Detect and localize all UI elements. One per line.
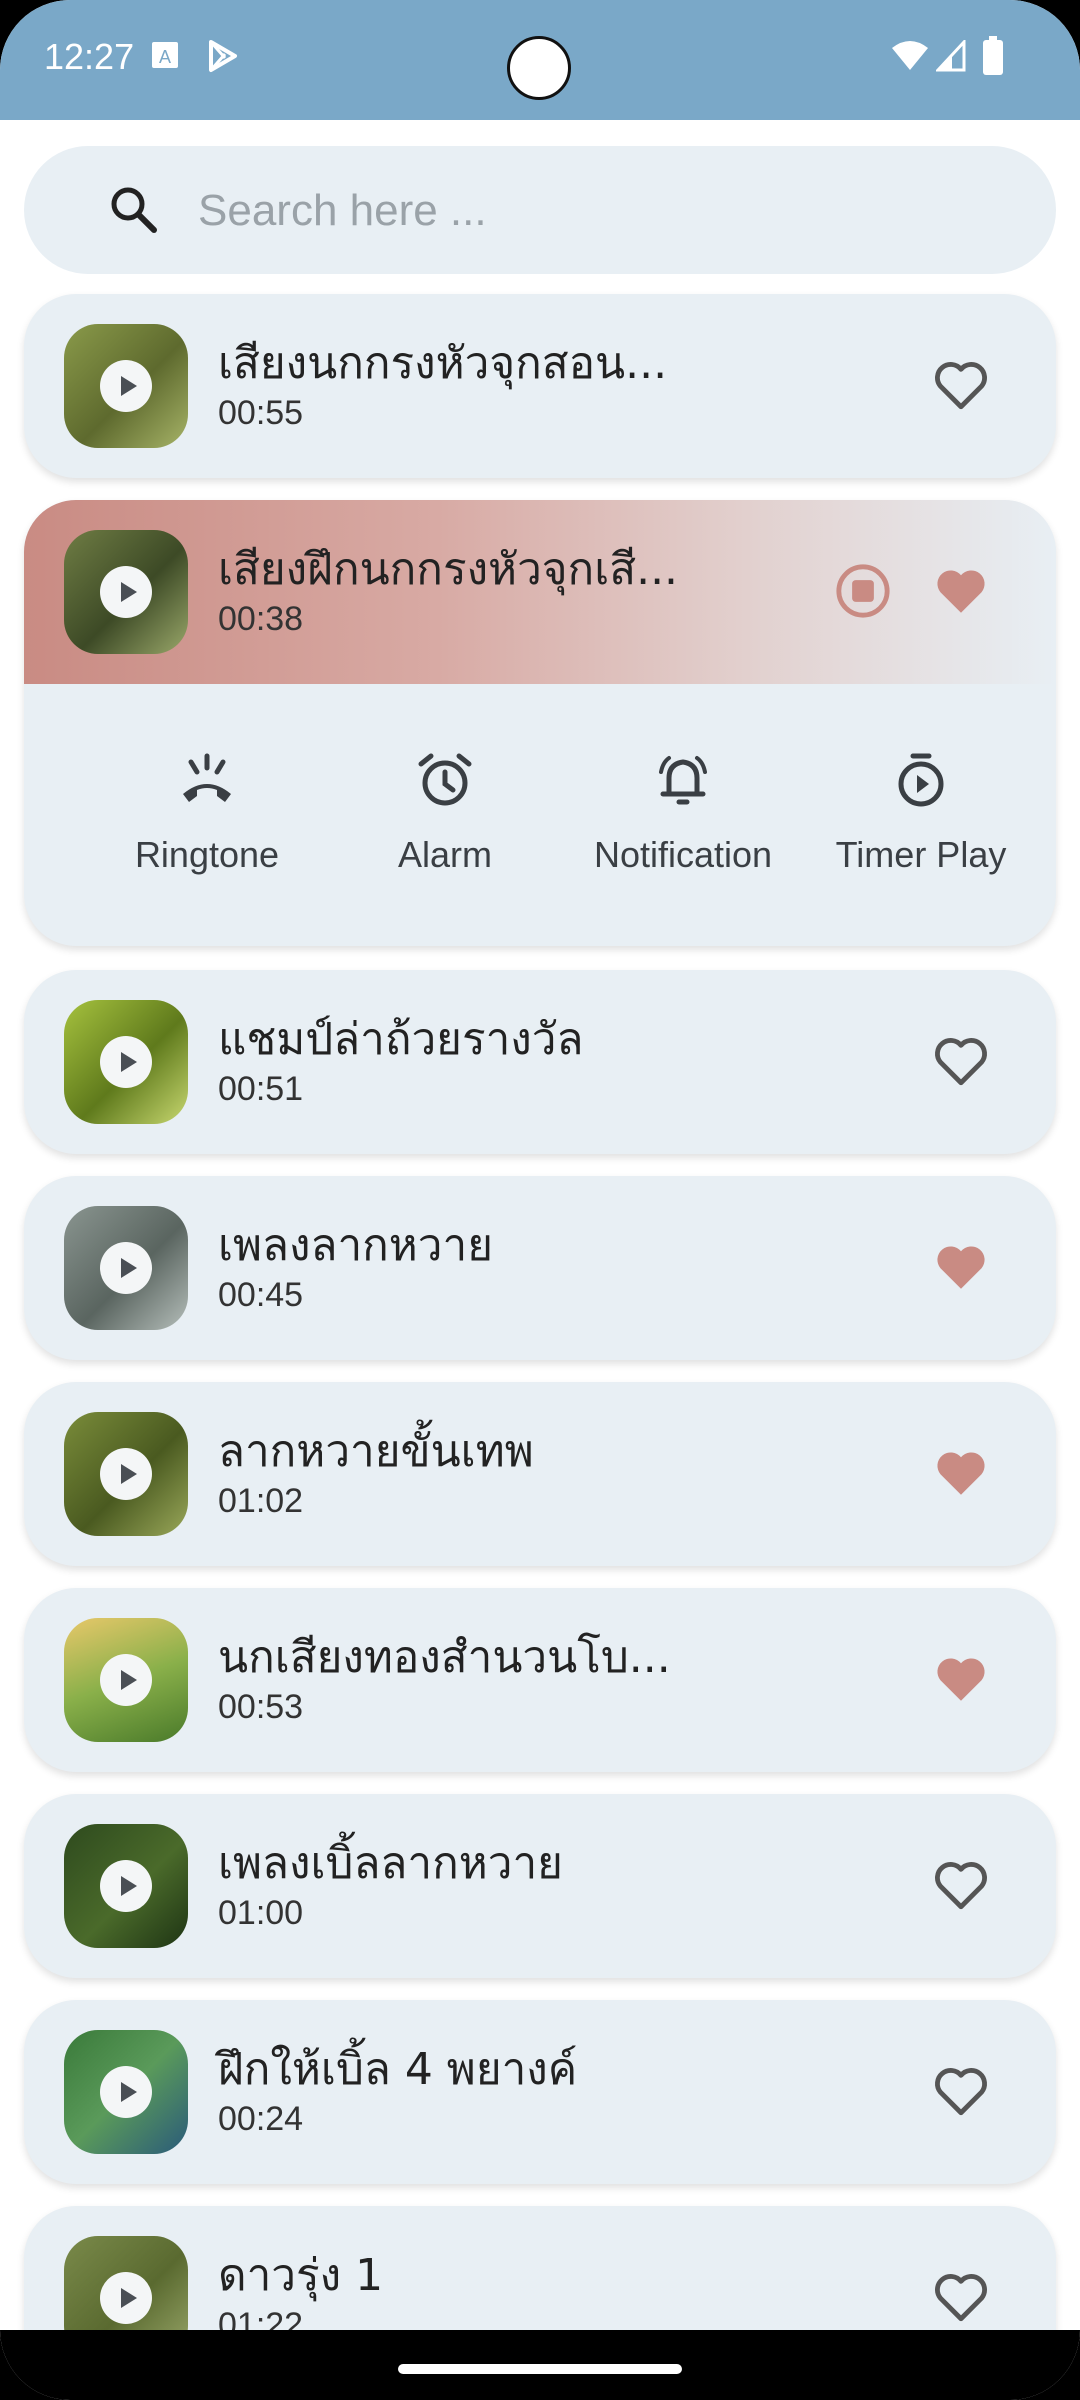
sound-item[interactable]: เสียงนกกรงหัวจุกสอน... 00:55 (24, 294, 1056, 478)
sound-title: ดาวรุ่ง 1 (218, 2250, 384, 2301)
search-input[interactable]: Search here ... (198, 186, 487, 236)
bird-thumbnail[interactable] (64, 324, 188, 448)
alarm-button[interactable]: Alarm (330, 684, 560, 946)
sound-item-expanded[interactable]: เสียงฝึกนกกรงหัวจุกเสี... 00:38 Ringtone (24, 500, 1056, 946)
heart-outline-icon[interactable] (932, 358, 990, 412)
app-screen: 12:27 A Search here ... เสียงนกกรงหัวจุก… (0, 0, 1080, 2400)
play-icon[interactable] (100, 2272, 152, 2324)
play-icon[interactable] (100, 2066, 152, 2118)
play-icon[interactable] (100, 1860, 152, 1912)
sound-item[interactable]: เพลงเบิ้ลลากหวาย 01:00 (24, 1794, 1056, 1978)
sound-duration: 00:51 (218, 1070, 304, 1108)
sound-item-header: ลากหวายขั้นเทพ 01:02 (24, 1382, 1056, 1566)
heart-filled-icon[interactable] (932, 1240, 990, 1294)
alarm-clock-icon (418, 753, 472, 806)
cellular-signal-icon (936, 40, 966, 72)
stop-icon[interactable] (834, 562, 892, 620)
heart-outline-icon[interactable] (932, 1034, 990, 1088)
sound-item[interactable]: นกเสียงทองสำนวนโบ... 00:53 (24, 1588, 1056, 1772)
sound-duration: 00:45 (218, 1276, 304, 1314)
sound-title: เสียงฝึกนกกรงหัวจุกเสี... (218, 544, 679, 595)
play-icon[interactable] (100, 1448, 152, 1500)
sound-item-header: เพลงเบิ้ลลากหวาย 01:00 (24, 1794, 1056, 1978)
sound-title: เสียงนกกรงหัวจุกสอน... (218, 338, 668, 389)
wifi-icon (892, 41, 928, 70)
sound-duration: 00:38 (218, 600, 304, 638)
sound-title: แชมป์ล่าถ้วยรางวัล (218, 1014, 584, 1065)
search-bar[interactable]: Search here ... (24, 146, 1056, 274)
play-icon[interactable] (100, 1036, 152, 1088)
timer-play-icon (898, 753, 944, 807)
home-gesture-handle[interactable] (398, 2364, 682, 2374)
sound-item[interactable]: ฝึกให้เบิ้ล 4 พยางค์ 00:24 (24, 2000, 1056, 2184)
heart-outline-icon[interactable] (932, 1858, 990, 1912)
sound-item[interactable]: แชมป์ล่าถ้วยรางวัล 00:51 (24, 970, 1056, 1154)
sound-title: เพลงเบิ้ลลากหวาย (218, 1838, 563, 1889)
heart-outline-icon[interactable] (932, 2064, 990, 2118)
sound-title: นกเสียงทองสำนวนโบ... (218, 1632, 671, 1683)
timer-play-label: Timer Play (835, 834, 1007, 875)
timer-play-button[interactable]: Timer Play (806, 684, 1036, 946)
sound-title: เพลงลากหวาย (218, 1220, 493, 1271)
play-icon[interactable] (100, 566, 152, 618)
front-camera (507, 36, 571, 100)
ringtone-label: Ringtone (134, 834, 280, 875)
notification-button[interactable]: Notification (568, 684, 798, 946)
sound-title: ลากหวายขั้นเทพ (218, 1426, 534, 1477)
search-icon (111, 187, 157, 233)
sound-item-header: เสียงนกกรงหัวจุกสอน... 00:55 (24, 294, 1056, 478)
sound-item-header: เพลงลากหวาย 00:45 (24, 1176, 1056, 1360)
play-icon[interactable] (100, 360, 152, 412)
play-icon[interactable] (100, 1242, 152, 1294)
bird-thumbnail[interactable] (64, 530, 188, 654)
status-time: 12:27 (44, 36, 135, 77)
heart-filled-icon[interactable] (932, 1446, 990, 1500)
sound-item-header: ฝึกให้เบิ้ล 4 พยางค์ 00:24 (24, 2000, 1056, 2184)
svg-text:A: A (159, 47, 171, 67)
play-icon[interactable] (100, 1654, 152, 1706)
sound-duration: 00:55 (218, 394, 304, 432)
sound-item[interactable]: ลากหวายขั้นเทพ 01:02 (24, 1382, 1056, 1566)
sound-duration: 00:24 (218, 2100, 304, 2138)
status-bar: 12:27 A (0, 0, 1080, 120)
bird-thumbnail[interactable] (64, 1412, 188, 1536)
bird-thumbnail[interactable] (64, 1824, 188, 1948)
battery-icon (983, 36, 1003, 75)
bird-thumbnail[interactable] (64, 1206, 188, 1330)
ringtone-button[interactable]: Ringtone (92, 684, 322, 946)
system-navigation-bar (0, 2330, 1080, 2400)
notification-label: Notification (593, 834, 773, 875)
sound-item[interactable]: เพลงลากหวาย 00:45 (24, 1176, 1056, 1360)
bird-thumbnail[interactable] (64, 2030, 188, 2154)
heart-filled-icon[interactable] (932, 564, 990, 618)
sound-duration: 00:53 (218, 1688, 304, 1726)
bird-thumbnail[interactable] (64, 1000, 188, 1124)
phone-ring-icon (183, 753, 231, 802)
play-store-icon (209, 40, 237, 72)
sound-item-header: เสียงฝึกนกกรงหัวจุกเสี... 00:38 (24, 500, 1056, 684)
font-notification-icon: A (152, 42, 178, 68)
bell-ring-icon (659, 756, 707, 805)
sound-duration: 01:00 (218, 1894, 304, 1932)
alarm-label: Alarm (397, 834, 492, 875)
sound-title: ฝึกให้เบิ้ล 4 พยางค์ (218, 2044, 578, 2095)
action-bar: Ringtone Alarm Notification Timer Play (24, 684, 1056, 946)
bird-thumbnail[interactable] (64, 1618, 188, 1742)
heart-filled-icon[interactable] (932, 1652, 990, 1706)
heart-outline-icon[interactable] (932, 2270, 990, 2324)
sound-item-header: นกเสียงทองสำนวนโบ... 00:53 (24, 1588, 1056, 1772)
sound-duration: 01:02 (218, 1482, 304, 1520)
sound-item-header: แชมป์ล่าถ้วยรางวัล 00:51 (24, 970, 1056, 1154)
